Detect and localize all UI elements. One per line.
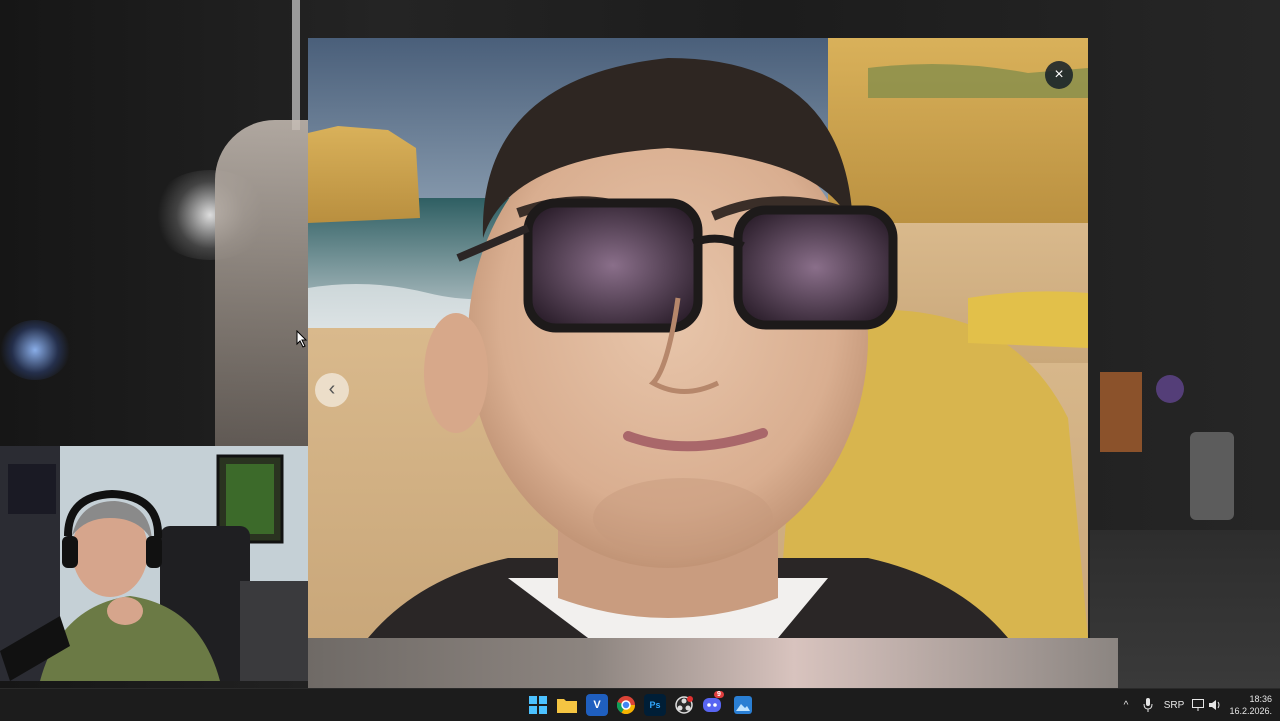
background-blue-light xyxy=(0,320,70,380)
discord-icon[interactable]: 9 xyxy=(702,691,724,716)
image-viewer-icon[interactable] xyxy=(732,694,754,716)
discord-badge: 9 xyxy=(714,691,724,698)
webcam-feed xyxy=(0,446,308,681)
chrome-icon[interactable] xyxy=(615,694,637,716)
network-icon[interactable] xyxy=(1190,689,1206,721)
mouse-cursor-icon xyxy=(296,330,308,348)
close-viewer-button[interactable]: × xyxy=(1045,61,1073,89)
clock-date: 16.2.2026. xyxy=(1229,706,1272,716)
v-app-icon[interactable]: V xyxy=(586,694,608,716)
start-icon[interactable] xyxy=(527,694,549,716)
microphone-icon[interactable] xyxy=(1140,689,1156,721)
background-pole xyxy=(292,0,300,130)
background-panel xyxy=(1190,432,1234,520)
webcam-overlay xyxy=(0,446,308,681)
language-indicator[interactable]: SRP xyxy=(1162,689,1186,721)
background-purple-circle xyxy=(1156,375,1184,403)
file-explorer-icon[interactable] xyxy=(556,694,578,716)
photoshop-icon[interactable]: Ps xyxy=(644,694,666,716)
previous-photo-button[interactable]: ‹ xyxy=(315,373,349,407)
photo-viewer[interactable] xyxy=(308,38,1088,638)
background-road xyxy=(1090,530,1280,688)
system-clock[interactable]: 18:36 16.2.2026. xyxy=(1222,693,1272,717)
background-orange-sign xyxy=(1100,372,1142,452)
beach-selfie-photo xyxy=(308,38,1088,638)
tray-overflow-chevron-icon[interactable]: ^ xyxy=(1118,689,1134,721)
taskbar: V Ps 9 ^ SRP 18:36 16.2.2026. xyxy=(0,688,1280,721)
clock-time: 18:36 xyxy=(1249,694,1272,704)
obs-icon[interactable] xyxy=(673,694,695,716)
background-lower-blur xyxy=(308,638,1118,688)
